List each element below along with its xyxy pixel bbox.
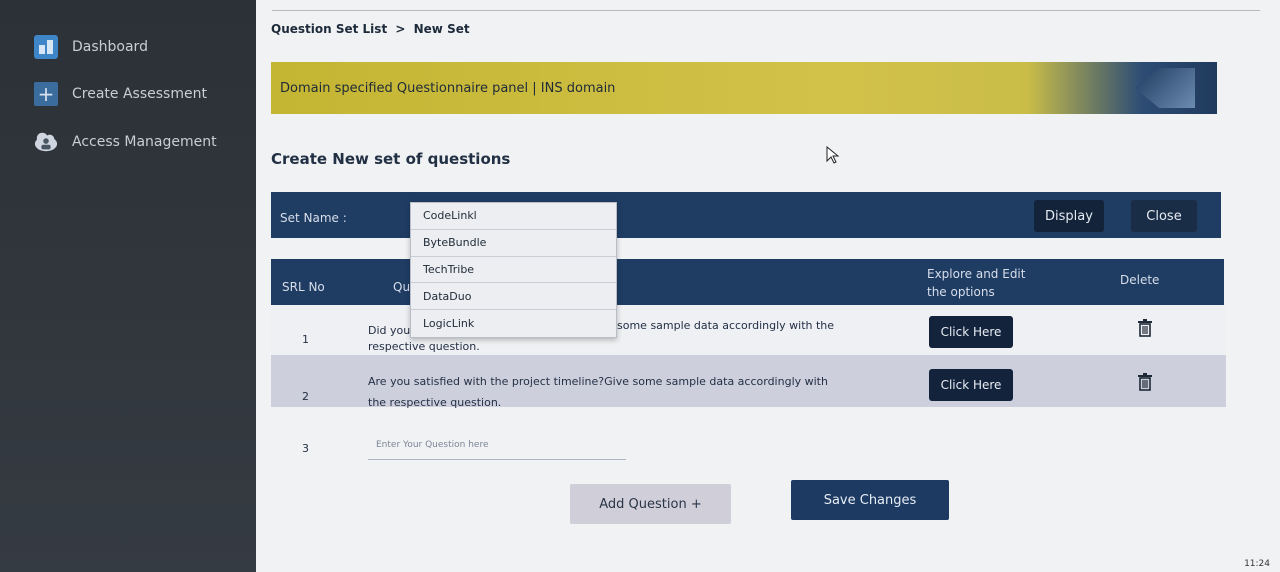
dropdown-option[interactable]: TechTribe xyxy=(411,257,616,284)
explore-button[interactable]: Click Here xyxy=(929,316,1013,348)
domain-banner: Domain specified Questionnaire panel | I… xyxy=(271,62,1217,114)
display-button[interactable]: Display xyxy=(1034,200,1104,232)
header-delete: Delete xyxy=(1120,273,1160,287)
set-name-dropdown[interactable]: CodeLinkl ByteBundle TechTribe DataDuo L… xyxy=(410,202,617,338)
breadcrumb: Question Set List > New Set xyxy=(271,22,470,36)
row-question-line1: Are you satisfied with the project timel… xyxy=(368,375,828,388)
row-question-line2: the respective question. xyxy=(368,396,502,409)
header-explore-line2: the options xyxy=(927,285,995,299)
set-name-label: Set Name : xyxy=(280,211,347,225)
user-cloud-icon xyxy=(34,130,58,154)
dropdown-option[interactable]: CodeLinkl xyxy=(411,203,616,230)
trash-icon[interactable] xyxy=(1137,373,1153,391)
row-question-start: Did you xyxy=(368,324,411,337)
dropdown-option[interactable]: ByteBundle xyxy=(411,230,616,257)
sidebar-item-label: Create Assessment xyxy=(72,86,207,102)
breadcrumb-separator: > xyxy=(395,22,406,36)
sidebar-item-label: Access Management xyxy=(72,134,217,150)
trash-icon[interactable] xyxy=(1137,319,1153,337)
close-button[interactable]: Close xyxy=(1131,200,1197,232)
header-explore-line1: Explore and Edit xyxy=(927,267,1026,281)
sidebar-item-label: Dashboard xyxy=(72,39,148,55)
sidebar-item-access-management[interactable]: Access Management xyxy=(34,130,217,154)
plus-icon: + xyxy=(34,82,58,106)
header-srl: SRL No xyxy=(282,280,325,294)
divider xyxy=(272,10,1260,11)
banner-text: Domain specified Questionnaire panel | I… xyxy=(280,80,616,96)
sidebar-item-create-assessment[interactable]: + Create Assessment xyxy=(34,82,207,106)
page-title: Create New set of questions xyxy=(271,150,511,168)
row-srl: 2 xyxy=(302,390,309,403)
banner-decoration xyxy=(1135,68,1195,108)
dropdown-option[interactable]: LogicLink xyxy=(411,310,616,337)
breadcrumb-parent-link[interactable]: Question Set List xyxy=(271,22,387,36)
row-srl: 3 xyxy=(302,442,309,455)
main-content: Question Set List > New Set Domain speci… xyxy=(256,0,1280,572)
header-question: Qu xyxy=(393,280,411,294)
add-question-button[interactable]: Add Question + xyxy=(570,484,731,524)
sidebar-item-dashboard[interactable]: Dashboard xyxy=(34,35,148,59)
question-input[interactable] xyxy=(368,430,626,460)
dashboard-icon xyxy=(34,35,58,59)
save-changes-button[interactable]: Save Changes xyxy=(791,480,949,520)
dropdown-option[interactable]: DataDuo xyxy=(411,283,616,311)
explore-button[interactable]: Click Here xyxy=(929,369,1013,401)
mouse-cursor-icon xyxy=(826,146,840,164)
breadcrumb-current: New Set xyxy=(413,22,470,36)
table-row: 2 Are you satisfied with the project tim… xyxy=(271,355,1226,409)
row-srl: 1 xyxy=(302,333,309,346)
sidebar: Dashboard + Create Assessment Access Man… xyxy=(0,0,256,572)
row-question-end: some sample data accordingly with the xyxy=(617,319,835,332)
row-question-line2: respective question. xyxy=(368,340,480,353)
taskbar-clock: 11:24 xyxy=(1244,559,1270,569)
